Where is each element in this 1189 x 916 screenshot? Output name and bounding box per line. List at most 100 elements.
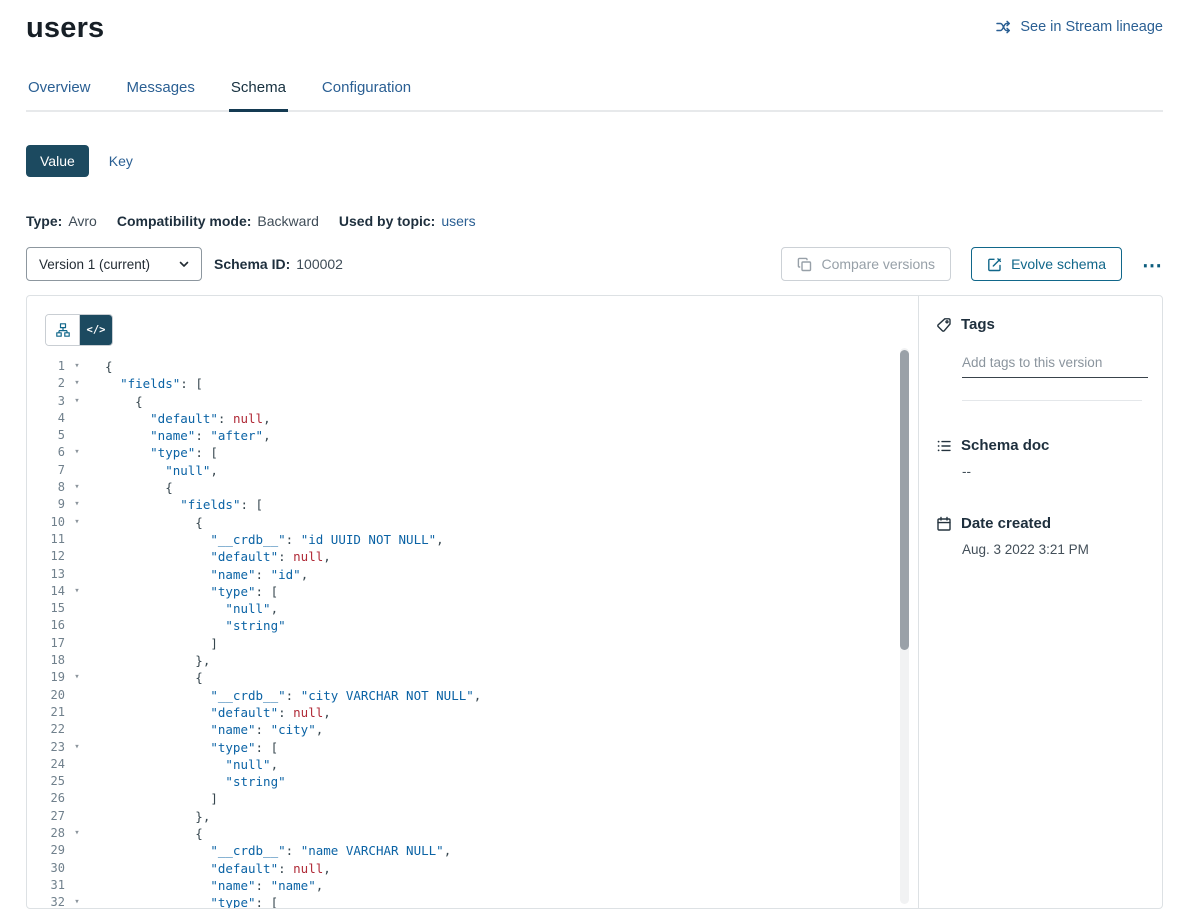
tags-title: Tags: [961, 316, 995, 333]
schema-doc-header: Schema doc: [936, 437, 1142, 454]
line-number: 22: [27, 721, 65, 738]
fold-toggle-icon[interactable]: ▾: [65, 375, 89, 392]
page-header: users See in Stream lineage: [26, 0, 1163, 45]
code-text: {: [89, 669, 203, 686]
fold-toggle-icon[interactable]: ▾: [65, 739, 89, 756]
line-number: 30: [27, 860, 65, 877]
code-line: 6▾ "type": [: [27, 444, 918, 461]
fold-toggle-icon[interactable]: ▾: [65, 514, 89, 531]
fold-spacer: [65, 427, 89, 444]
code-text: },: [89, 652, 210, 669]
tab-messages[interactable]: Messages: [125, 79, 197, 110]
line-number: 18: [27, 652, 65, 669]
code-text: "string": [89, 617, 286, 634]
fold-toggle-icon[interactable]: ▾: [65, 479, 89, 496]
fold-spacer: [65, 462, 89, 479]
code-editor-lines: 1▾{2▾ "fields": [3▾ {4 "default": null,5…: [27, 358, 918, 908]
fold-toggle-icon[interactable]: ▾: [65, 358, 89, 375]
code-text: "name": "id",: [89, 566, 308, 583]
code-line: 30 "default": null,: [27, 860, 918, 877]
fold-spacer: [65, 756, 89, 773]
fold-toggle-icon[interactable]: ▾: [65, 583, 89, 600]
line-number: 4: [27, 410, 65, 427]
fold-spacer: [65, 531, 89, 548]
compatibility-mode-value: Backward: [257, 213, 318, 229]
code-view-button[interactable]: </>: [79, 315, 112, 345]
line-number: 6: [27, 444, 65, 461]
line-number: 8: [27, 479, 65, 496]
code-text: "name": "after",: [89, 427, 271, 444]
list-icon: [936, 438, 952, 454]
code-text: {: [89, 358, 113, 375]
fold-toggle-icon[interactable]: ▾: [65, 444, 89, 461]
stream-lineage-link[interactable]: See in Stream lineage: [995, 19, 1163, 35]
stream-lineage-icon: [995, 19, 1012, 35]
schema-kind-toggle: Value Key: [26, 145, 1163, 177]
tags-input[interactable]: [962, 351, 1148, 378]
line-number: 13: [27, 566, 65, 583]
compare-versions-button[interactable]: Compare versions: [781, 247, 951, 281]
fold-toggle-icon[interactable]: ▾: [65, 393, 89, 410]
fold-spacer: [65, 808, 89, 825]
copy-icon: [797, 257, 812, 272]
code-line: 15 "null",: [27, 600, 918, 617]
code-editor: </> 1▾{2▾ "fields": [3▾ {4 "default": nu…: [27, 296, 919, 908]
line-number: 11: [27, 531, 65, 548]
code-line: 24 "null",: [27, 756, 918, 773]
schema-meta: Type: Avro Compatibility mode: Backward …: [26, 213, 1163, 229]
sidebar-divider: [962, 400, 1142, 401]
tree-view-button[interactable]: [46, 315, 79, 345]
code-text: "null",: [89, 462, 218, 479]
code-text: "__crdb__": "name VARCHAR NULL",: [89, 842, 451, 859]
fold-toggle-icon[interactable]: ▾: [65, 894, 89, 908]
schema-doc-section: Schema doc --: [936, 437, 1142, 479]
type-value: Avro: [68, 213, 97, 229]
compatibility-mode-label: Compatibility mode:: [117, 213, 252, 229]
key-toggle-button[interactable]: Key: [95, 145, 147, 177]
line-number: 17: [27, 635, 65, 652]
code-line: 7 "null",: [27, 462, 918, 479]
version-select[interactable]: Version 1 (current): [26, 247, 202, 281]
code-line: 23▾ "type": [: [27, 739, 918, 756]
code-text: "type": [: [89, 894, 278, 908]
code-text: {: [89, 825, 203, 842]
more-options-button[interactable]: ⋯: [1142, 252, 1163, 276]
code-line: 2▾ "fields": [: [27, 375, 918, 392]
tab-overview[interactable]: Overview: [26, 79, 93, 110]
code-text: "default": null,: [89, 410, 271, 427]
code-line: 13 "name": "id",: [27, 566, 918, 583]
fold-spacer: [65, 773, 89, 790]
line-number: 25: [27, 773, 65, 790]
evolve-schema-button[interactable]: Evolve schema: [971, 247, 1122, 281]
tags-header: Tags: [936, 316, 1142, 333]
tag-icon: [936, 317, 952, 333]
fold-spacer: [65, 410, 89, 427]
fold-spacer: [65, 877, 89, 894]
schema-panel: </> 1▾{2▾ "fields": [3▾ {4 "default": nu…: [26, 295, 1163, 909]
schema-id-label: Schema ID:: [214, 256, 290, 272]
line-number: 29: [27, 842, 65, 859]
line-number: 19: [27, 669, 65, 686]
topic-link[interactable]: users: [441, 213, 475, 229]
line-number: 14: [27, 583, 65, 600]
code-text: "default": null,: [89, 548, 331, 565]
line-number: 9: [27, 496, 65, 513]
value-toggle-button[interactable]: Value: [26, 145, 89, 177]
code-line: 18 },: [27, 652, 918, 669]
line-number: 5: [27, 427, 65, 444]
editor-scrollbar[interactable]: [900, 348, 909, 904]
fold-spacer: [65, 652, 89, 669]
tab-schema[interactable]: Schema: [229, 79, 288, 112]
code-text: "type": [: [89, 739, 278, 756]
line-number: 27: [27, 808, 65, 825]
fold-toggle-icon[interactable]: ▾: [65, 825, 89, 842]
fold-toggle-icon[interactable]: ▾: [65, 669, 89, 686]
evolve-schema-label: Evolve schema: [1011, 256, 1106, 272]
fold-toggle-icon[interactable]: ▾: [65, 496, 89, 513]
code-text: "type": [: [89, 583, 278, 600]
tab-configuration[interactable]: Configuration: [320, 79, 413, 110]
fold-spacer: [65, 704, 89, 721]
line-number: 10: [27, 514, 65, 531]
line-number: 16: [27, 617, 65, 634]
scrollbar-thumb[interactable]: [900, 350, 909, 650]
